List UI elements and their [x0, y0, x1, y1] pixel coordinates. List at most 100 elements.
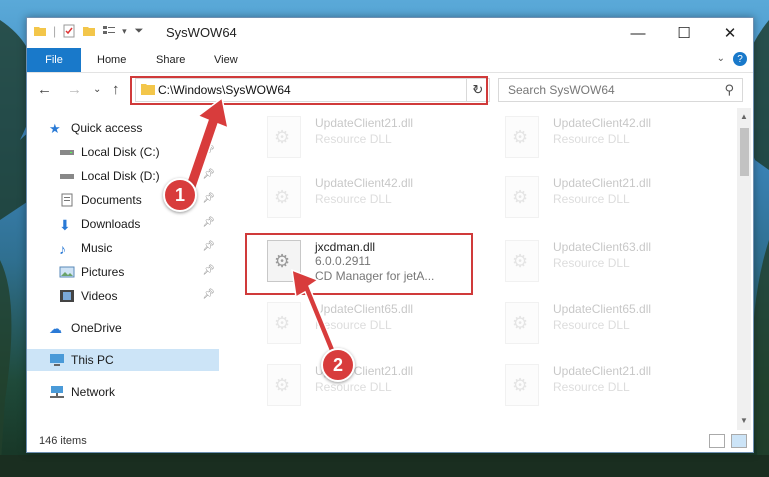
- customize-chevron-icon[interactable]: ▾: [122, 26, 127, 37]
- sidebar-item-label: Quick access: [71, 121, 143, 135]
- file-type: Resource DLL: [553, 256, 630, 270]
- file-type: Resource DLL: [315, 318, 392, 332]
- ribbon-tabs: File Home Share View ⌄ ?: [27, 48, 753, 73]
- callout-step-1: 1: [163, 178, 197, 212]
- scroll-up-icon[interactable]: ▲: [740, 112, 748, 121]
- file-item[interactable]: ⚙ UpdateClient42.dll Resource DLL: [247, 170, 477, 224]
- sidebar-item-label: Pictures: [81, 265, 125, 279]
- file-item[interactable]: ⚙ UpdateClient21.dll Resource DLL: [485, 358, 715, 412]
- new-folder-icon[interactable]: [82, 24, 96, 38]
- navigation-pane: ★ Quick access Local Disk (C:) 📌︎ Local …: [27, 108, 222, 430]
- file-name: UpdateClient63.dll: [553, 240, 652, 254]
- scrollbar-thumb[interactable]: [740, 128, 749, 176]
- pictures-icon: [59, 265, 75, 279]
- sidebar-item-this-pc[interactable]: This PC: [27, 349, 219, 371]
- file-item[interactable]: ⚙ UpdateClient21.dll Resource DLL: [485, 170, 715, 224]
- star-icon: ★: [49, 121, 61, 136]
- pin-icon[interactable]: 📌︎: [202, 145, 215, 156]
- help-icon[interactable]: ?: [733, 52, 747, 66]
- file-name: UpdateClient42.dll: [315, 176, 414, 190]
- divider: |: [53, 24, 57, 38]
- file-type: Resource DLL: [315, 192, 392, 206]
- file-item[interactable]: ⚙ UpdateClient21.dll Resource DLL: [247, 358, 477, 412]
- pin-icon[interactable]: 📌︎: [202, 265, 215, 276]
- sidebar-item-network[interactable]: Network: [49, 381, 241, 403]
- pin-icon[interactable]: 📌︎: [202, 217, 215, 228]
- dll-file-icon: ⚙: [267, 176, 301, 218]
- sidebar-item-local-disk-d[interactable]: Local Disk (D:) 📌︎: [59, 165, 219, 187]
- pin-icon[interactable]: 📌︎: [202, 169, 215, 180]
- file-item[interactable]: ⚙ UpdateClient65.dll Resource DLL: [485, 296, 715, 350]
- dll-file-icon: ⚙: [505, 240, 539, 282]
- sidebar-item-label: Videos: [81, 289, 118, 303]
- file-type: Resource DLL: [553, 132, 630, 146]
- large-icons-view-icon[interactable]: [731, 434, 747, 448]
- cloud-icon: ☁: [49, 321, 62, 336]
- status-bar: 146 items: [27, 430, 753, 452]
- file-item[interactable]: ⚙ UpdateClient21.dll Resource DLL: [247, 110, 477, 164]
- sidebar-item-downloads[interactable]: ⬇ Downloads 📌︎: [59, 213, 219, 235]
- tab-home[interactable]: Home: [97, 48, 126, 72]
- file-item[interactable]: ⚙ UpdateClient63.dll Resource DLL: [485, 234, 715, 288]
- forward-button[interactable]: →: [67, 81, 82, 98]
- item-count: 146 items: [39, 435, 87, 447]
- drive-icon: [59, 145, 75, 159]
- file-highlight: [245, 233, 473, 295]
- file-type: Resource DLL: [315, 380, 392, 394]
- scroll-down-icon[interactable]: ▼: [740, 416, 748, 425]
- qat-down-icon[interactable]: ⏷: [135, 25, 144, 38]
- file-type: Resource DLL: [553, 380, 630, 394]
- sidebar-item-label: Network: [71, 385, 116, 399]
- close-button[interactable]: ✕: [707, 18, 753, 48]
- dll-file-icon: ⚙: [505, 364, 539, 406]
- search-input[interactable]: Search SysWOW64 ⚲: [498, 78, 743, 102]
- sidebar-item-label: Downloads: [81, 217, 141, 231]
- pin-icon[interactable]: 📌︎: [202, 241, 215, 252]
- window-title: SysWOW64: [166, 25, 237, 40]
- sidebar-item-local-disk-c[interactable]: Local Disk (C:) 📌︎: [59, 141, 219, 163]
- dll-file-icon: ⚙: [267, 364, 301, 406]
- ribbon-expand-icon[interactable]: ⌄: [717, 53, 725, 64]
- dll-file-icon: ⚙: [505, 176, 539, 218]
- maximize-button[interactable]: ☐: [661, 18, 707, 48]
- download-icon: ⬇: [59, 217, 71, 233]
- music-icon: ♪: [59, 241, 66, 257]
- computer-icon: [49, 353, 65, 367]
- address-bar-highlight: [130, 76, 488, 105]
- file-item[interactable]: ⚙ UpdateClient65.dll Resource DLL: [247, 296, 477, 350]
- callout-step-2: 2: [321, 348, 355, 382]
- dll-file-icon: ⚙: [505, 302, 539, 344]
- vertical-scrollbar[interactable]: ▲ ▼: [737, 108, 751, 430]
- details-view-icon[interactable]: [709, 434, 725, 448]
- view-menu-icon[interactable]: [102, 24, 116, 38]
- search-placeholder: Search SysWOW64: [508, 83, 615, 97]
- dll-file-icon: ⚙: [267, 116, 301, 158]
- tab-share[interactable]: Share: [156, 48, 185, 72]
- file-name: UpdateClient42.dll: [553, 116, 652, 130]
- file-type: Resource DLL: [553, 318, 630, 332]
- minimize-button[interactable]: —: [615, 18, 661, 48]
- folder-icon[interactable]: [33, 24, 47, 38]
- file-item[interactable]: ⚙ UpdateClient42.dll Resource DLL: [485, 110, 715, 164]
- sidebar-item-quick-access[interactable]: ★ Quick access: [49, 117, 241, 139]
- tab-file[interactable]: File: [27, 48, 81, 72]
- back-button[interactable]: ←: [37, 81, 52, 98]
- sidebar-item-pictures[interactable]: Pictures 📌︎: [59, 261, 219, 283]
- pin-icon[interactable]: 📌︎: [202, 289, 215, 300]
- title-bar: | ▾ ⏷ SysWOW64 — ☐ ✕: [27, 18, 753, 48]
- up-button[interactable]: ↑: [112, 81, 120, 98]
- pin-icon[interactable]: 📌︎: [202, 193, 215, 204]
- sidebar-item-onedrive[interactable]: ☁ OneDrive: [49, 317, 241, 339]
- file-type: Resource DLL: [553, 192, 630, 206]
- tab-view[interactable]: View: [214, 48, 238, 72]
- sidebar-item-videos[interactable]: Videos 📌︎: [59, 285, 219, 307]
- sidebar-item-label: Documents: [81, 193, 142, 207]
- file-type: Resource DLL: [315, 132, 392, 146]
- recent-locations-icon[interactable]: ⌄: [93, 84, 101, 95]
- sidebar-item-label: Local Disk (C:): [81, 145, 160, 159]
- dll-file-icon: ⚙: [505, 116, 539, 158]
- videos-icon: [59, 289, 75, 303]
- properties-icon[interactable]: [62, 24, 76, 38]
- sidebar-item-music[interactable]: ♪ Music 📌︎: [59, 237, 219, 259]
- network-icon: [49, 385, 65, 399]
